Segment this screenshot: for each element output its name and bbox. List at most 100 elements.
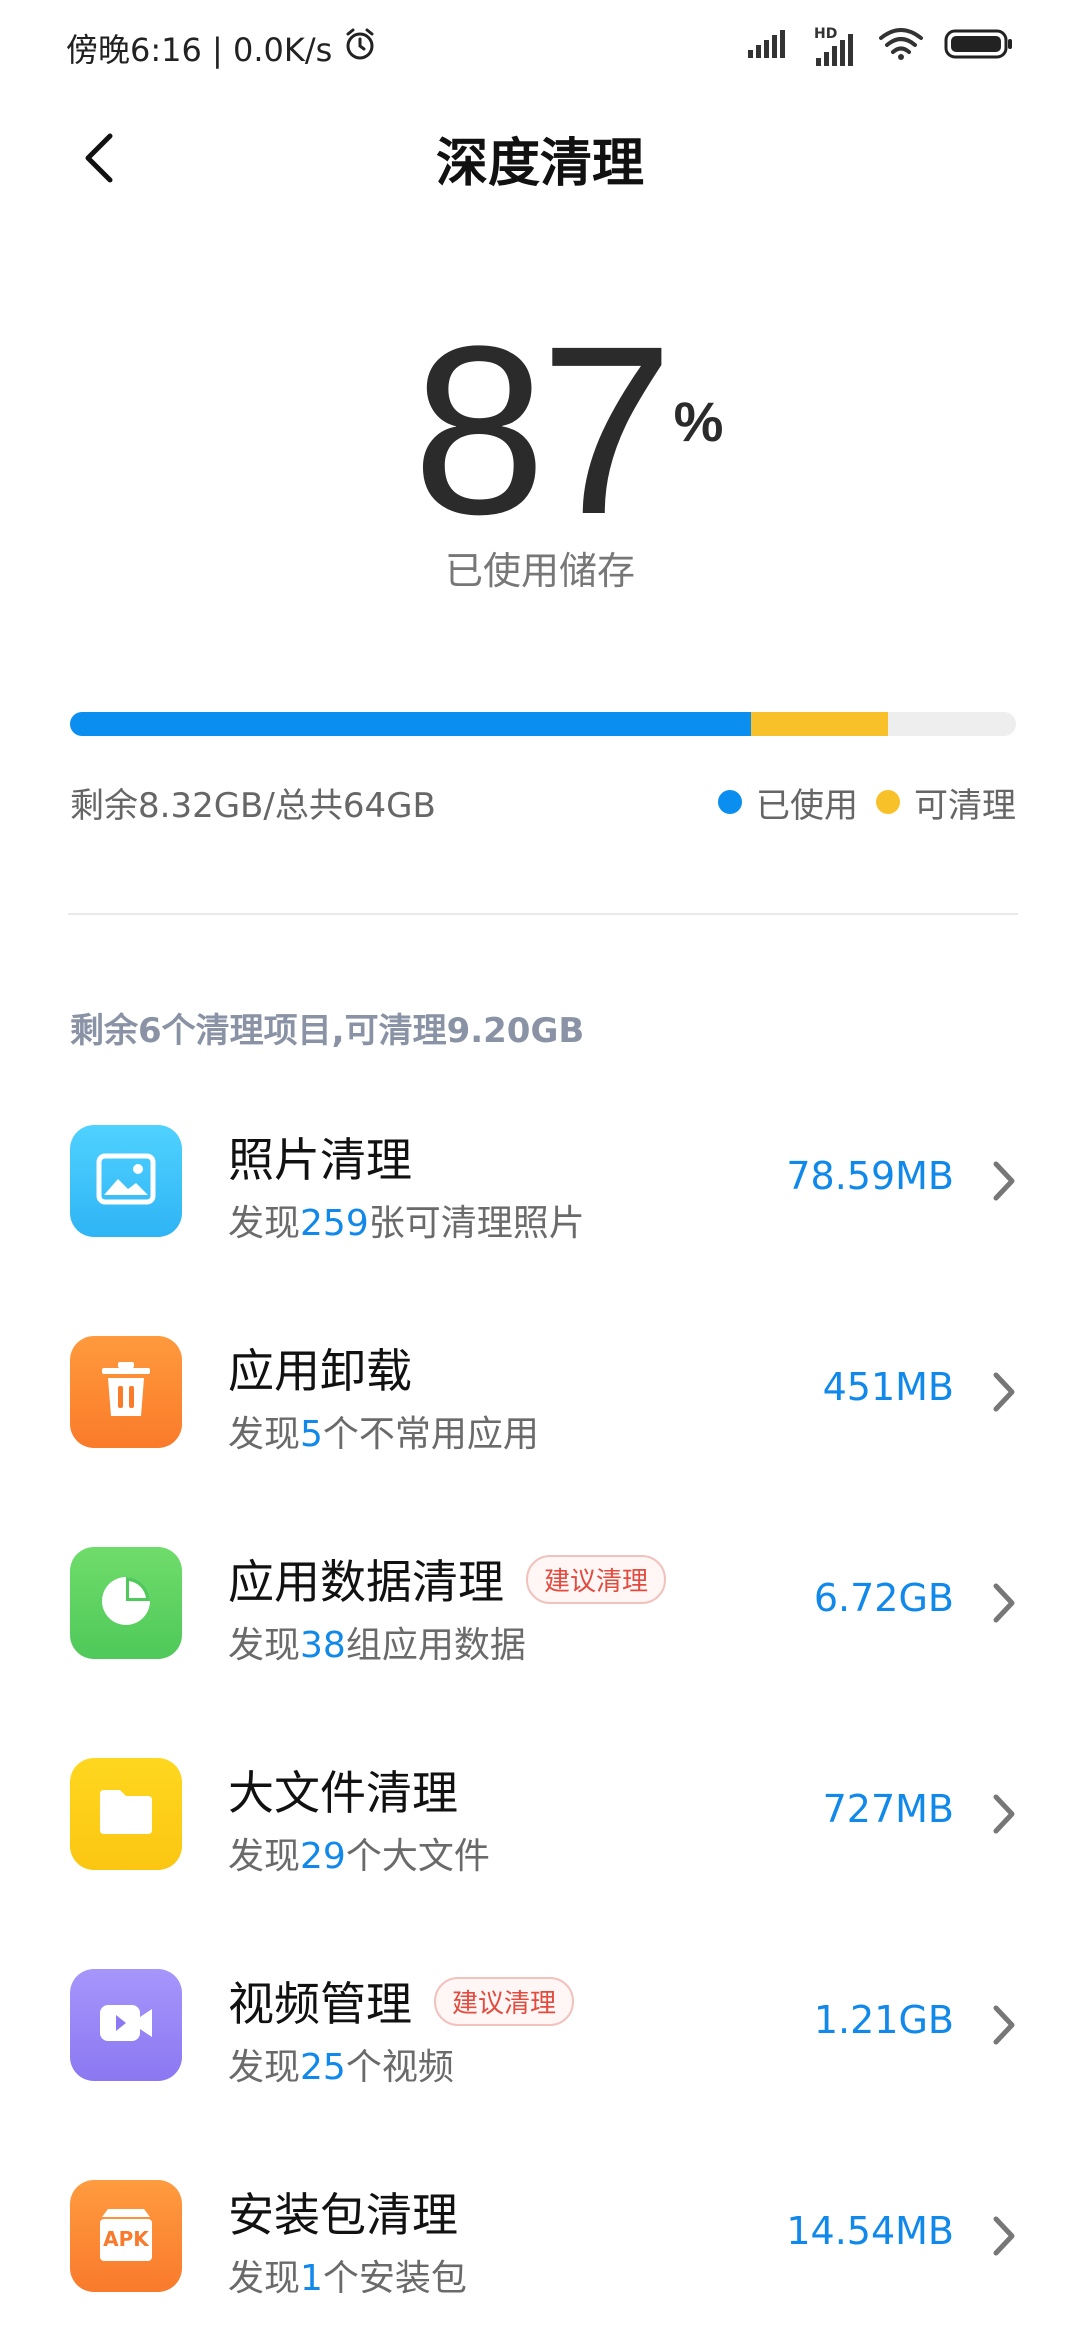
trash-tile: [70, 1336, 182, 1448]
chevron-right-icon: [984, 1156, 1024, 1206]
wifi-icon: [878, 27, 924, 69]
apk-label: APK: [103, 2227, 149, 2251]
status-left: 傍晚6:16 | 0.0K/s: [66, 25, 378, 71]
item-sub-prefix: 发现: [228, 2047, 301, 2088]
item-sub-count: 259: [300, 1203, 369, 1244]
item-size: 78.59MB: [786, 1154, 954, 1198]
item-sub-count: 25: [300, 2047, 346, 2088]
signal-icon: [746, 28, 790, 68]
item-subtitle: 发现259张可清理照片: [228, 1194, 585, 1246]
progress-cleanable-segment: [751, 712, 889, 736]
chevron-right-icon: [984, 1367, 1024, 1417]
item-title: 应用数据清理 建议清理: [228, 1546, 667, 1612]
header-bar: 深度清理: [0, 110, 1080, 206]
item-subtitle: 发现1个安装包: [228, 2249, 467, 2301]
item-sub-suffix: 个安装包: [322, 2258, 467, 2299]
divider: [68, 913, 1018, 915]
list-item-large-file-clean[interactable]: 大文件清理 发现29个大文件 727MB: [0, 1743, 1080, 1954]
item-sub-prefix: 发现: [228, 1625, 301, 1666]
item-subtitle: 发现25个视频: [228, 2038, 454, 2090]
storage-info-row: 剩余8.32GB/总共64GB 已使用 可清理: [70, 772, 1016, 832]
item-sub-prefix: 发现: [228, 1203, 301, 1244]
storage-progress-bar: [70, 712, 1016, 736]
item-subtitle: 发现5个不常用应用: [228, 1405, 539, 1457]
item-sub-suffix: 组应用数据: [345, 1625, 526, 1666]
item-size: 1.21GB: [813, 1998, 954, 2042]
progress-used-segment: [70, 712, 752, 736]
item-sub-count: 1: [300, 2258, 323, 2299]
apk-tile: APK: [70, 2180, 182, 2292]
storage-legend: 已使用 可清理: [718, 778, 1016, 827]
list-item-app-data-clean[interactable]: 应用数据清理 建议清理 发现38组应用数据 6.72GB: [0, 1532, 1080, 1743]
item-title-text: 照片清理: [228, 1133, 412, 1187]
item-sub-suffix: 个不常用应用: [322, 1414, 539, 1455]
item-title: 大文件清理: [228, 1757, 458, 1823]
trash-icon: [98, 1360, 154, 1424]
item-title: 照片清理: [228, 1124, 412, 1190]
item-sub-suffix: 张可清理照片: [368, 1203, 585, 1244]
legend-cleanable: 可清理: [876, 778, 1016, 827]
folder-icon: [96, 1786, 156, 1842]
storage-summary: 剩余8.32GB/总共64GB: [70, 785, 436, 826]
back-button[interactable]: [60, 120, 140, 200]
item-size: 727MB: [822, 1787, 954, 1831]
video-tile: [70, 1969, 182, 2081]
list-item-video-manage[interactable]: 视频管理 建议清理 发现25个视频 1.21GB: [0, 1954, 1080, 2165]
item-size: 451MB: [822, 1365, 954, 1409]
item-size: 14.54MB: [786, 2209, 954, 2253]
item-title-text: 视频管理: [228, 1977, 412, 2031]
item-title: 应用卸载: [228, 1335, 412, 1401]
back-arrow-icon: [80, 130, 120, 190]
video-icon: [96, 1999, 156, 2051]
item-sub-prefix: 发现: [228, 1836, 301, 1877]
item-title-text: 大文件清理: [228, 1766, 458, 1820]
item-title: 视频管理 建议清理: [228, 1968, 575, 2034]
chevron-right-icon: [984, 1789, 1024, 1839]
page-title: 深度清理: [435, 133, 644, 194]
item-subtitle: 发现38组应用数据: [228, 1616, 526, 1668]
usage-percent-sign: %: [673, 390, 724, 453]
item-title-text: 应用卸载: [228, 1344, 412, 1398]
clean-summary: 剩余6个清理项目,可清理9.20GB: [70, 1011, 585, 1051]
deep-clean-screen: 傍晚6:16 | 0.0K/s HD 深度清理 87 % 已使用储存 剩余8.3…: [0, 0, 1080, 2340]
chevron-right-icon: [984, 1578, 1024, 1628]
photo-tile: [70, 1125, 182, 1237]
item-sub-suffix: 个大文件: [345, 1836, 490, 1877]
recommend-badge: 建议清理: [434, 1976, 575, 2026]
list-item-photo-clean[interactable]: 照片清理 发现259张可清理照片 78.59MB: [0, 1110, 1080, 1321]
legend-cleanable-dot: [876, 790, 900, 814]
item-title-text: 安装包清理: [228, 2188, 458, 2242]
pie-chart-tile: [70, 1547, 182, 1659]
folder-tile: [70, 1758, 182, 1870]
list-item-app-uninstall[interactable]: 应用卸载 发现5个不常用应用 451MB: [0, 1321, 1080, 1532]
battery-icon: [944, 28, 1014, 68]
item-sub-count: 5: [300, 1414, 323, 1455]
item-subtitle: 发现29个大文件: [228, 1827, 490, 1879]
item-title-text: 应用数据清理: [228, 1555, 504, 1609]
chevron-right-icon: [984, 2211, 1024, 2261]
legend-cleanable-label: 可清理: [914, 785, 1016, 826]
storage-usage: 87 % 已使用储存: [0, 310, 1080, 595]
alarm-icon: [342, 26, 378, 70]
item-sub-suffix: 个视频: [345, 2047, 454, 2088]
list-item-apk-clean[interactable]: APK 安装包清理 发现1个安装包 14.54MB: [0, 2165, 1080, 2340]
legend-used: 已使用: [718, 778, 858, 827]
item-size: 6.72GB: [813, 1576, 954, 1620]
item-sub-count: 29: [300, 1836, 346, 1877]
signal-hd-icon: HD: [810, 26, 858, 68]
chevron-right-icon: [984, 2000, 1024, 2050]
item-sub-prefix: 发现: [228, 1414, 301, 1455]
status-time-speed: 傍晚6:16 | 0.0K/s: [66, 31, 333, 69]
recommend-badge: 建议清理: [526, 1554, 667, 1604]
clean-items-list: 照片清理 发现259张可清理照片 78.59MB 应用卸载 发现5个不常用应用 …: [0, 1110, 1080, 2340]
item-title: 安装包清理: [228, 2179, 458, 2245]
item-sub-prefix: 发现: [228, 2258, 301, 2299]
usage-percent-value: 87 %: [413, 310, 724, 550]
photo-icon: [96, 1153, 156, 1209]
legend-used-label: 已使用: [756, 785, 858, 826]
item-sub-count: 38: [300, 1625, 346, 1666]
pie-chart-icon: [96, 1571, 156, 1635]
apk-icon: APK: [94, 2207, 158, 2265]
legend-used-dot: [718, 790, 742, 814]
status-right: HD: [746, 26, 1014, 69]
